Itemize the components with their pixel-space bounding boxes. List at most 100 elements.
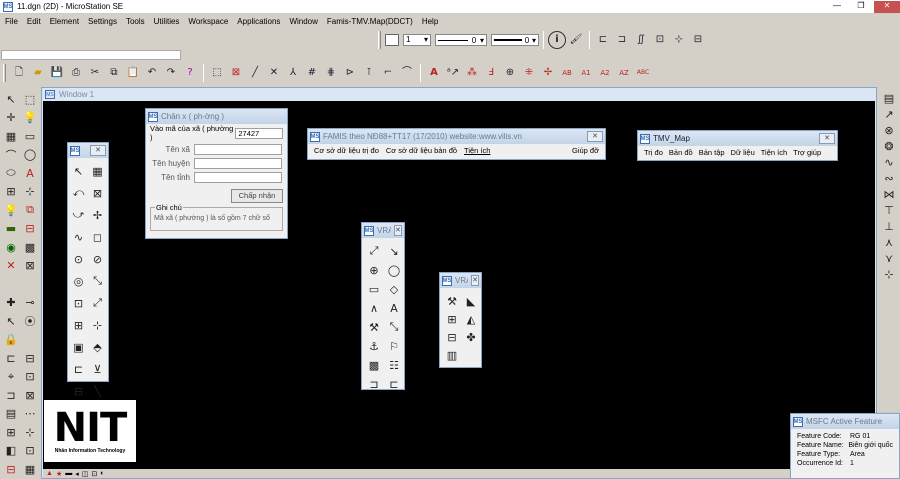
fence-select-icon[interactable]: ⬚ [21,90,39,108]
v8-13-icon[interactable]: ▩ [365,356,383,374]
print-icon[interactable]: ⎙ [67,64,85,82]
rp-12-icon[interactable]: ⊹ [880,266,898,282]
grid-2-icon[interactable]: ⋕ [322,64,340,82]
menu-famis[interactable]: Famis-TMV.Map(DDCT) [327,17,413,26]
intersect-icon[interactable]: ⅄ [284,64,302,82]
v8-7-icon[interactable]: ∧ [365,299,383,317]
ward-code-input[interactable]: 27427 [235,127,283,139]
fp-4-icon[interactable]: ⊠ [90,184,105,202]
v8-8-icon[interactable]: A [385,299,403,317]
famis-tool-3-icon[interactable]: ∬ [632,31,650,49]
tool-e-icon[interactable]: ⊐ [2,386,20,404]
fp-5-icon[interactable]: ⤻ [71,206,86,224]
text-5-icon[interactable]: ⁜ [520,64,538,82]
menu-file[interactable]: File [5,17,18,26]
tmv-menu-data[interactable]: Dữ liệu [731,148,755,157]
close-vras8-button[interactable]: ✕ [393,225,402,236]
fp-14-icon[interactable]: ⤢ [90,294,105,312]
menu-settings[interactable]: Settings [88,17,117,26]
text-11-icon[interactable]: ABC [634,64,652,82]
line-tool-icon[interactable]: ╱ [246,64,264,82]
fp-19-icon[interactable]: ⊏ [71,360,86,378]
text-2-icon[interactable]: ⁂ [463,64,481,82]
arc-icon[interactable]: ⌒ [2,146,20,164]
tmv-menu-atlas[interactable]: Bản tập [699,148,725,157]
menu-utilities[interactable]: Utilities [154,17,180,26]
famis-tool-4-icon[interactable]: ⊡ [651,31,669,49]
save-icon[interactable]: 💾 [48,64,66,82]
place-point-icon[interactable]: ✛ [2,109,20,127]
fp-3-icon[interactable]: ⤺ [71,184,86,202]
fp-1-icon[interactable]: ↖ [71,162,86,180]
chamfer-icon[interactable]: ⌒ [398,64,416,82]
smartline-icon[interactable]: ▦ [2,127,20,145]
menu-workspace[interactable]: Workspace [188,17,228,26]
restore-button[interactable]: ❐ [850,1,872,13]
extend-icon[interactable]: ⊳ [341,64,359,82]
tool-h-icon[interactable]: ⋯ [21,405,39,423]
view-control-b-icon[interactable]: ★ [56,470,62,478]
rp-11-icon[interactable]: ⋎ [880,250,898,266]
delete-icon[interactable]: ✕ [2,257,20,275]
v8-15-icon[interactable]: ⊐ [365,375,383,393]
v6-3-icon[interactable]: ⊞ [443,310,461,328]
fp-22-icon[interactable]: ╲ [90,382,105,400]
rp-6-icon[interactable]: ∾ [880,170,898,186]
close-vras6-button[interactable]: ✕ [471,275,479,286]
fp-10-icon[interactable]: ⊘ [90,250,105,268]
rp-9-icon[interactable]: ⊥ [880,218,898,234]
view-control-e-icon[interactable]: ◫ [82,470,89,478]
v8-1-icon[interactable]: ⤢ [365,242,383,260]
ellipse-icon[interactable]: ⬭ [2,164,20,182]
v8-2-icon[interactable]: ↘ [385,242,403,260]
famis-menu-help[interactable]: Giúp đỡ [572,146,599,155]
menu-element[interactable]: Element [50,17,79,26]
circle-icon[interactable]: ◯ [21,146,39,164]
text-edit-icon[interactable]: ᵃ↗ [444,64,462,82]
pointer-icon[interactable]: ↖ [2,312,20,330]
famis-menu-survey[interactable]: Cơ sở dữ liệu trị đo [314,146,379,155]
famis-tool-2-icon[interactable]: ⊐ [613,31,631,49]
tool-f-icon[interactable]: ⊠ [21,386,39,404]
fp-12-icon[interactable]: ⤡ [90,272,105,290]
select-icon[interactable]: ↖ [2,90,20,108]
fill-icon[interactable]: ◉ [2,238,20,256]
famis-menu-map[interactable]: Cơ sở dữ liệu bản đồ [386,146,457,155]
tmv-menu-map[interactable]: Bản đồ [669,148,693,157]
fp-20-icon[interactable]: ⊻ [90,360,105,378]
text-tool-icon[interactable]: A [21,164,39,182]
famis-tool-5-icon[interactable]: ⊹ [670,31,688,49]
help-icon[interactable]: ? [181,64,199,82]
line-style-select[interactable]: 0 ▾ [435,34,487,46]
grid-icon[interactable]: # [303,64,321,82]
v6-7-icon[interactable]: ▥ [443,346,461,364]
v8-10-icon[interactable]: ⤡ [385,318,403,336]
v8-3-icon[interactable]: ⊕ [365,261,383,279]
tool-c-icon[interactable]: ⌖ [2,368,20,386]
province-name-input[interactable] [194,172,282,183]
undo-icon[interactable]: ↶ [143,64,161,82]
rp-1-icon[interactable]: ▤ [880,90,898,106]
v8-12-icon[interactable]: ⚐ [385,337,403,355]
text-10-icon[interactable]: AZ [615,64,633,82]
fp-16-icon[interactable]: ⊹ [90,316,105,334]
close-palette-button[interactable]: ✕ [90,145,106,156]
pattern-icon[interactable]: ▩ [21,238,39,256]
menu-tools[interactable]: Tools [126,17,145,26]
rp-3-icon[interactable]: ⊗ [880,122,898,138]
famis-menu-utility[interactable]: Tiện ích [464,146,490,155]
lock-icon[interactable]: 🔒 [2,331,20,349]
paint-icon[interactable]: 🖌 [567,31,585,49]
close-button[interactable]: ✕ [874,0,900,13]
rp-8-icon[interactable]: ⊤ [880,202,898,218]
v8-4-icon[interactable]: ◯ [385,261,403,279]
fp-18-icon[interactable]: ⬘ [90,338,105,356]
close-tmv-button[interactable]: ✕ [819,133,835,144]
rp-10-icon[interactable]: ⋏ [880,234,898,250]
v8-16-icon[interactable]: ⊏ [385,375,403,393]
tool-a-icon[interactable]: ⊏ [2,349,20,367]
copy-element-icon[interactable]: ⧉ [21,201,39,219]
minimize-button[interactable]: — [826,1,848,13]
tool-g-icon[interactable]: ▤ [2,405,20,423]
tmv-menu-utility[interactable]: Tiện ích [761,148,787,157]
